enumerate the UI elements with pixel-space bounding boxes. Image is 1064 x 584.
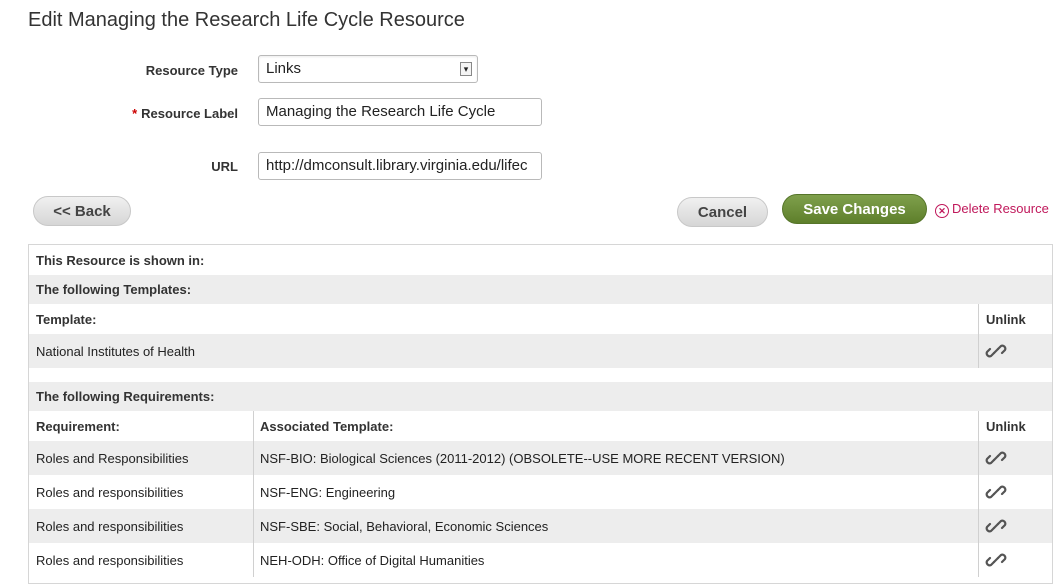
panel-heading-row: This Resource is shown in: — [29, 245, 1052, 275]
template-column-header: Template: — [36, 311, 97, 327]
requirement-column-header: Requirement: — [36, 418, 120, 434]
unlink-requirement-button[interactable] — [979, 475, 1007, 509]
back-button[interactable]: << Back — [33, 196, 131, 226]
dropdown-arrow-icon: ▾ — [460, 62, 472, 76]
resource-type-select[interactable]: Links ▾ — [258, 55, 478, 83]
template-name: National Institutes of Health — [36, 343, 195, 359]
associated-template-name: NSF-ENG: Engineering — [260, 484, 396, 500]
delete-resource-label: Delete Resource — [952, 201, 1049, 216]
resource-label-label: * Resource Label — [28, 106, 238, 121]
circle-x-icon: ✕ — [935, 204, 949, 218]
associated-template-column-header: Associated Template: — [260, 418, 394, 434]
requirement-row: Roles and Responsibilities NSF-BIO: Biol… — [29, 441, 1052, 475]
unlink-requirement-button[interactable] — [979, 543, 1007, 577]
chain-link-icon — [985, 553, 1007, 567]
requirements-heading: The following Requirements: — [36, 389, 215, 404]
templates-header-row: Template: Unlink — [29, 304, 1052, 334]
delete-resource-link[interactable]: ✕ Delete Resource — [935, 201, 1049, 218]
cancel-button[interactable]: Cancel — [677, 197, 768, 227]
page-title: Edit Managing the Research Life Cycle Re… — [28, 9, 465, 31]
requirement-row: Roles and responsibilities NEH-ODH: Offi… — [29, 543, 1052, 577]
chain-link-icon — [985, 485, 1007, 499]
templates-heading-row: The following Templates: — [29, 275, 1052, 304]
unlink-column-header: Unlink — [986, 418, 1026, 434]
chain-link-icon — [985, 451, 1007, 465]
requirements-heading-row: The following Requirements: — [29, 382, 1052, 411]
resource-label-input[interactable]: Managing the Research Life Cycle — [258, 98, 542, 126]
requirement-name: Roles and responsibilities — [36, 484, 184, 500]
requirement-row: Roles and responsibilities NSF-SBE: Soci… — [29, 509, 1052, 543]
requirement-name: Roles and responsibilities — [36, 518, 184, 534]
resource-label-text: Resource Label — [141, 106, 238, 121]
requirement-row: Roles and responsibilities NSF-ENG: Engi… — [29, 475, 1052, 509]
unlink-requirement-button[interactable] — [979, 509, 1007, 543]
url-label: URL — [211, 159, 238, 174]
requirements-header-row: Requirement: Associated Template: Unlink — [29, 411, 1052, 441]
associated-template-name: NSF-SBE: Social, Behavioral, Economic Sc… — [260, 518, 549, 534]
chain-link-icon — [985, 344, 1007, 358]
associated-template-name: NEH-ODH: Office of Digital Humanities — [260, 552, 485, 568]
unlink-column-header: Unlink — [986, 311, 1026, 327]
required-marker: * — [132, 106, 138, 121]
url-input[interactable]: http://dmconsult.library.virginia.edu/li… — [258, 152, 542, 180]
save-changes-button[interactable]: Save Changes — [782, 194, 927, 224]
requirement-name: Roles and responsibilities — [36, 552, 184, 568]
resource-type-value: Links — [266, 60, 302, 77]
panel-heading: This Resource is shown in: — [36, 252, 205, 268]
templates-heading: The following Templates: — [36, 282, 192, 297]
associated-template-name: NSF-BIO: Biological Sciences (2011-2012)… — [260, 450, 785, 466]
unlink-template-button[interactable] — [979, 334, 1007, 368]
resource-type-label: Resource Type — [145, 63, 238, 78]
chain-link-icon — [985, 519, 1007, 533]
requirement-name: Roles and Responsibilities — [36, 450, 189, 466]
unlink-requirement-button[interactable] — [979, 441, 1007, 475]
template-row: National Institutes of Health — [29, 334, 1052, 368]
resource-usage-panel: This Resource is shown in: The following… — [28, 244, 1053, 584]
